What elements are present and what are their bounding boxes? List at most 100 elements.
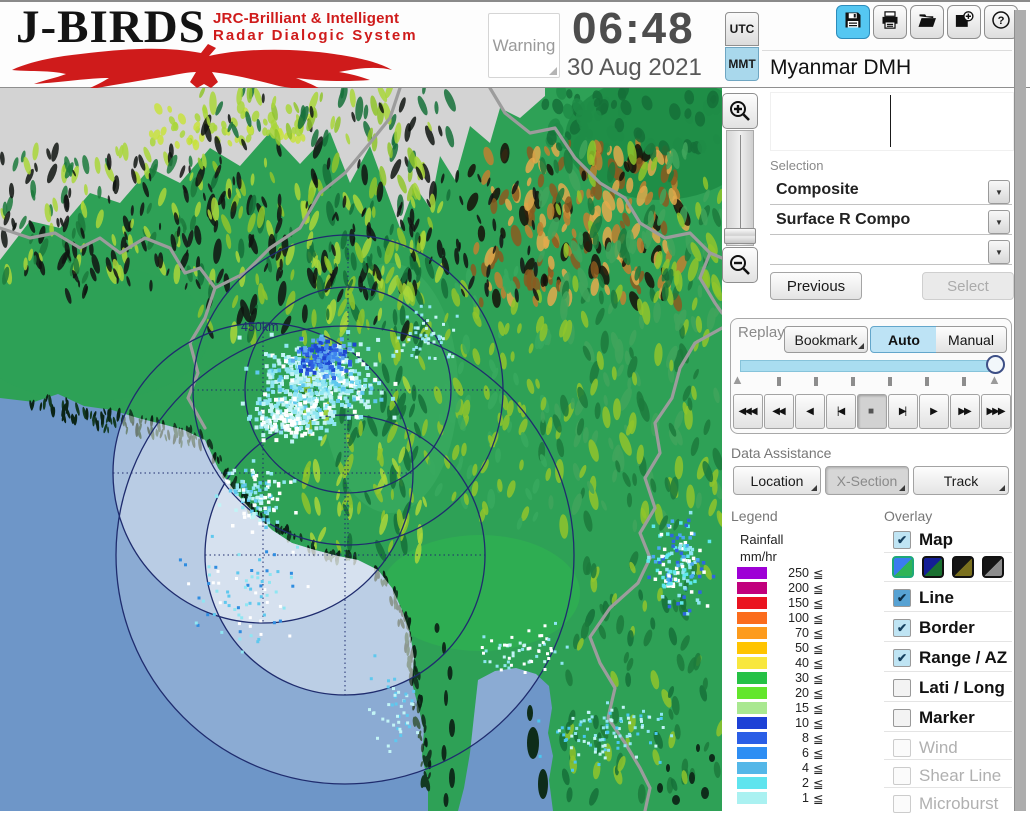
timezone-mmt-button[interactable]: MMT bbox=[725, 47, 759, 81]
fast-forward-3-button[interactable]: ▶▶▶ bbox=[981, 394, 1011, 429]
radar-map-canvas[interactable]: 450km bbox=[0, 88, 722, 811]
map-style-blue-green[interactable] bbox=[892, 556, 914, 578]
data-assistance-label: Data Assistance bbox=[731, 445, 831, 461]
range-az-checkbox[interactable]: ✔ bbox=[893, 649, 911, 667]
selection-dropdown-1[interactable]: Composite ▼ bbox=[770, 178, 1012, 205]
replay-auto-button[interactable]: Auto bbox=[870, 326, 938, 353]
svg-text:?: ? bbox=[998, 15, 1005, 27]
overlay-row-marker: Marker bbox=[884, 706, 1014, 734]
selection-dropdown-2[interactable]: Surface R Compo ▼ bbox=[770, 208, 1012, 235]
border-checkbox[interactable]: ✔ bbox=[893, 619, 911, 637]
dropdown-value: Composite bbox=[776, 181, 859, 199]
legend-swatch bbox=[737, 657, 767, 669]
previous-button[interactable]: Previous bbox=[770, 272, 862, 300]
legend-symbol: ≦ bbox=[813, 671, 823, 686]
chevron-down-icon[interactable]: ▼ bbox=[988, 210, 1010, 234]
location-button[interactable]: Location bbox=[733, 466, 821, 495]
magnifier-plus-icon bbox=[728, 99, 752, 123]
logo-subtitle-1: JRC-Brilliant & Intelligent bbox=[213, 10, 399, 27]
legend-value: 150 bbox=[771, 596, 809, 610]
print-icon bbox=[880, 10, 900, 35]
legend-row: 4≦ bbox=[731, 761, 841, 776]
step-forward-button[interactable]: ▶| bbox=[888, 394, 918, 429]
save-button[interactable] bbox=[836, 5, 870, 39]
play-reverse-button[interactable]: ◀ bbox=[795, 394, 825, 429]
stop-button[interactable]: ■ bbox=[857, 394, 887, 429]
add-image-button[interactable] bbox=[947, 5, 981, 39]
legend-swatch bbox=[737, 777, 767, 789]
status-display-box bbox=[770, 92, 1014, 151]
replay-start-marker[interactable]: ▲ bbox=[731, 372, 744, 387]
overlay-item-label: Microburst bbox=[919, 794, 998, 814]
legend-value: 20 bbox=[771, 686, 809, 700]
overlay-row-line: ✔ Line bbox=[884, 586, 1014, 614]
replay-end-marker[interactable]: ▲ bbox=[988, 372, 1001, 387]
overlay-separator bbox=[884, 731, 1012, 732]
legend-swatch bbox=[737, 702, 767, 714]
overlay-row-microburst: Microburst bbox=[884, 792, 1014, 820]
x-section-button[interactable]: X-Section bbox=[825, 466, 909, 495]
chevron-down-icon[interactable]: ▼ bbox=[988, 240, 1010, 264]
legend-symbol: ≦ bbox=[813, 626, 823, 641]
selection-dropdown-3[interactable]: ▼ bbox=[770, 238, 1012, 265]
map-style-black-olive[interactable] bbox=[952, 556, 974, 578]
marker-checkbox[interactable] bbox=[893, 709, 911, 727]
line-checkbox[interactable]: ✔ bbox=[893, 589, 911, 607]
warning-button[interactable]: Warning bbox=[488, 13, 560, 78]
fast-rewind-2-button[interactable]: ◀◀ bbox=[764, 394, 794, 429]
legend-value: 200 bbox=[771, 581, 809, 595]
utc-label: UTC bbox=[730, 22, 755, 36]
clock-date: 30 Aug 2021 bbox=[567, 54, 702, 82]
print-button[interactable] bbox=[873, 5, 907, 39]
legend-row: 1≦ bbox=[731, 791, 841, 806]
overlay-item-label: Wind bbox=[919, 738, 958, 758]
panel-scrollbar[interactable] bbox=[1014, 10, 1026, 811]
legend-label: Legend bbox=[731, 508, 778, 524]
overlay-separator bbox=[884, 759, 1012, 760]
fast-forward-2-button[interactable]: ▶▶ bbox=[950, 394, 980, 429]
map-checkbox[interactable]: ✔ bbox=[893, 531, 911, 549]
overlay-item-label: Line bbox=[919, 588, 954, 608]
lati-long-checkbox[interactable] bbox=[893, 679, 911, 697]
legend-swatch bbox=[737, 612, 767, 624]
legend-row: 30 ≦ bbox=[731, 671, 841, 686]
logo-subtitle-2: Radar Dialogic System bbox=[213, 27, 418, 44]
track-button[interactable]: Track bbox=[913, 466, 1009, 495]
play-button[interactable]: ▶ bbox=[919, 394, 949, 429]
legend-row: 20≦ bbox=[731, 686, 841, 701]
step-back-button[interactable]: |◀ bbox=[826, 394, 856, 429]
zoom-out-button[interactable] bbox=[722, 247, 758, 283]
legend-symbol: ≦ bbox=[813, 731, 823, 746]
selection-label: Selection bbox=[770, 158, 823, 173]
legend-value: 30 bbox=[771, 671, 809, 685]
overlay-separator bbox=[884, 611, 1012, 612]
fast-rewind-3-button[interactable]: ◀◀◀ bbox=[733, 394, 763, 429]
legend-swatch bbox=[737, 567, 767, 579]
zoom-slider-handle[interactable] bbox=[724, 228, 756, 244]
legend-symbol: ≦ bbox=[813, 656, 823, 671]
replay-progress-track[interactable] bbox=[740, 360, 998, 372]
dropdown-value: Surface R Compo bbox=[776, 211, 910, 229]
legend-swatch bbox=[737, 717, 767, 729]
chevron-down-icon[interactable]: ▼ bbox=[988, 180, 1010, 204]
map-style-navy-darkgreen[interactable] bbox=[922, 556, 944, 578]
overlay-separator bbox=[884, 552, 1012, 553]
toolbar: ? bbox=[836, 5, 1018, 39]
overlay-row-range-az: ✔Range / AZ bbox=[884, 646, 1014, 674]
legend-value: 100 bbox=[771, 611, 809, 625]
legend-row: 8≦ bbox=[731, 731, 841, 746]
select-button[interactable]: Select bbox=[922, 272, 1014, 300]
open-folder-button[interactable] bbox=[910, 5, 944, 39]
legend-row: 10≦ bbox=[731, 716, 841, 731]
replay-manual-button[interactable]: Manual bbox=[936, 326, 1007, 353]
overlay-item-label: Lati / Long bbox=[919, 678, 1005, 698]
legend-symbol: ≦ bbox=[813, 746, 823, 761]
zoom-in-button[interactable] bbox=[722, 93, 758, 129]
eagle-logo-icon bbox=[4, 44, 399, 88]
bookmark-button[interactable]: Bookmark bbox=[784, 326, 868, 353]
map-style-black-gray[interactable] bbox=[982, 556, 1004, 578]
legend-value: 6 bbox=[771, 746, 809, 760]
timezone-utc-button[interactable]: UTC bbox=[725, 12, 759, 46]
help-button[interactable]: ? bbox=[984, 5, 1018, 39]
bookmark-label: Bookmark bbox=[794, 332, 857, 348]
